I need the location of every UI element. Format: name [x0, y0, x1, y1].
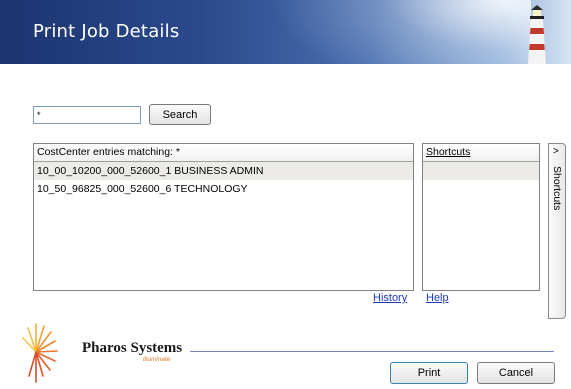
print-button[interactable]: Print	[390, 362, 468, 384]
print-job-details-window: Print Job Details Search CostCenter entr…	[0, 0, 571, 389]
list-item[interactable]: 10_00_10200_000_52600_1 BUSINESS ADMIN	[34, 162, 413, 180]
starburst-logo-icon	[22, 323, 58, 383]
brand-name: Pharos Systems	[82, 340, 183, 356]
brand-tagline: illuminate	[143, 356, 171, 363]
side-tab-label: Shortcuts	[551, 166, 563, 211]
footer-divider	[190, 351, 554, 352]
shortcuts-list[interactable]: Shortcuts	[422, 143, 540, 291]
search-button[interactable]: Search	[149, 104, 211, 125]
shortcuts-side-tab[interactable]: > Shortcuts	[548, 143, 566, 319]
shortcuts-selection-row[interactable]	[423, 162, 539, 180]
list-item[interactable]: 10_50_96825_000_52600_6 TECHNOLOGY	[34, 180, 413, 198]
banner-light-rays	[271, 0, 531, 64]
help-link[interactable]: Help	[426, 292, 449, 304]
cancel-button[interactable]: Cancel	[477, 362, 555, 384]
title-banner: Print Job Details	[0, 0, 571, 64]
entries-list-header: CostCenter entries matching: *	[34, 144, 413, 162]
history-link[interactable]: History	[373, 292, 407, 304]
shortcuts-header[interactable]: Shortcuts	[423, 144, 539, 162]
lighthouse-icon	[528, 5, 546, 64]
window-title: Print Job Details	[33, 21, 180, 42]
search-input[interactable]	[33, 106, 141, 124]
chevron-right-icon[interactable]: >	[553, 146, 559, 157]
costcenter-entries-list[interactable]: CostCenter entries matching: * 10_00_102…	[33, 143, 414, 291]
